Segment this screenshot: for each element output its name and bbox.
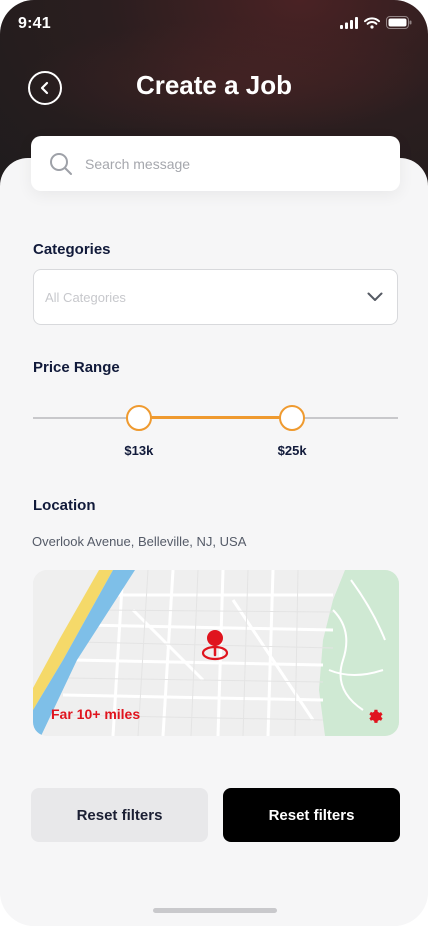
search-box[interactable]: [31, 136, 400, 191]
slider-thumb-min[interactable]: [125, 405, 152, 431]
price-range-slider[interactable]: [33, 400, 398, 436]
search-input[interactable]: [85, 155, 365, 172]
signal-icon: [340, 16, 358, 29]
slider-thumb-max[interactable]: [279, 405, 306, 431]
location-label: Location: [33, 497, 96, 514]
phone-screen: 9:41 Create a Job Ca: [0, 0, 428, 926]
slider-track-fill: [138, 416, 293, 419]
reset-filters-button-secondary[interactable]: Reset filters: [31, 788, 208, 842]
reset-filters-button-primary[interactable]: Reset filters: [223, 788, 400, 842]
status-icons: [340, 16, 412, 29]
price-range-label: Price Range: [33, 359, 120, 376]
distance-label: Far 10+ miles: [51, 706, 141, 722]
battery-icon: [386, 16, 412, 29]
categories-label: Categories: [33, 241, 111, 258]
wifi-icon: [364, 16, 380, 29]
price-max-label: $25k: [277, 443, 307, 458]
location-address: Overlook Avenue, Belleville, NJ, USA: [32, 534, 247, 549]
search-icon: [50, 152, 72, 175]
home-indicator: [153, 908, 277, 913]
page-title: Create a Job: [135, 70, 293, 100]
gear-icon[interactable]: [365, 706, 383, 724]
categories-select[interactable]: All Categories: [33, 269, 398, 325]
price-min-label: $13k: [124, 443, 154, 458]
categories-selected-value: All Categories: [45, 289, 126, 305]
chevron-down-icon: [367, 292, 383, 301]
status-time: 9:41: [18, 15, 51, 32]
location-map[interactable]: Far 10+ miles: [33, 570, 399, 736]
